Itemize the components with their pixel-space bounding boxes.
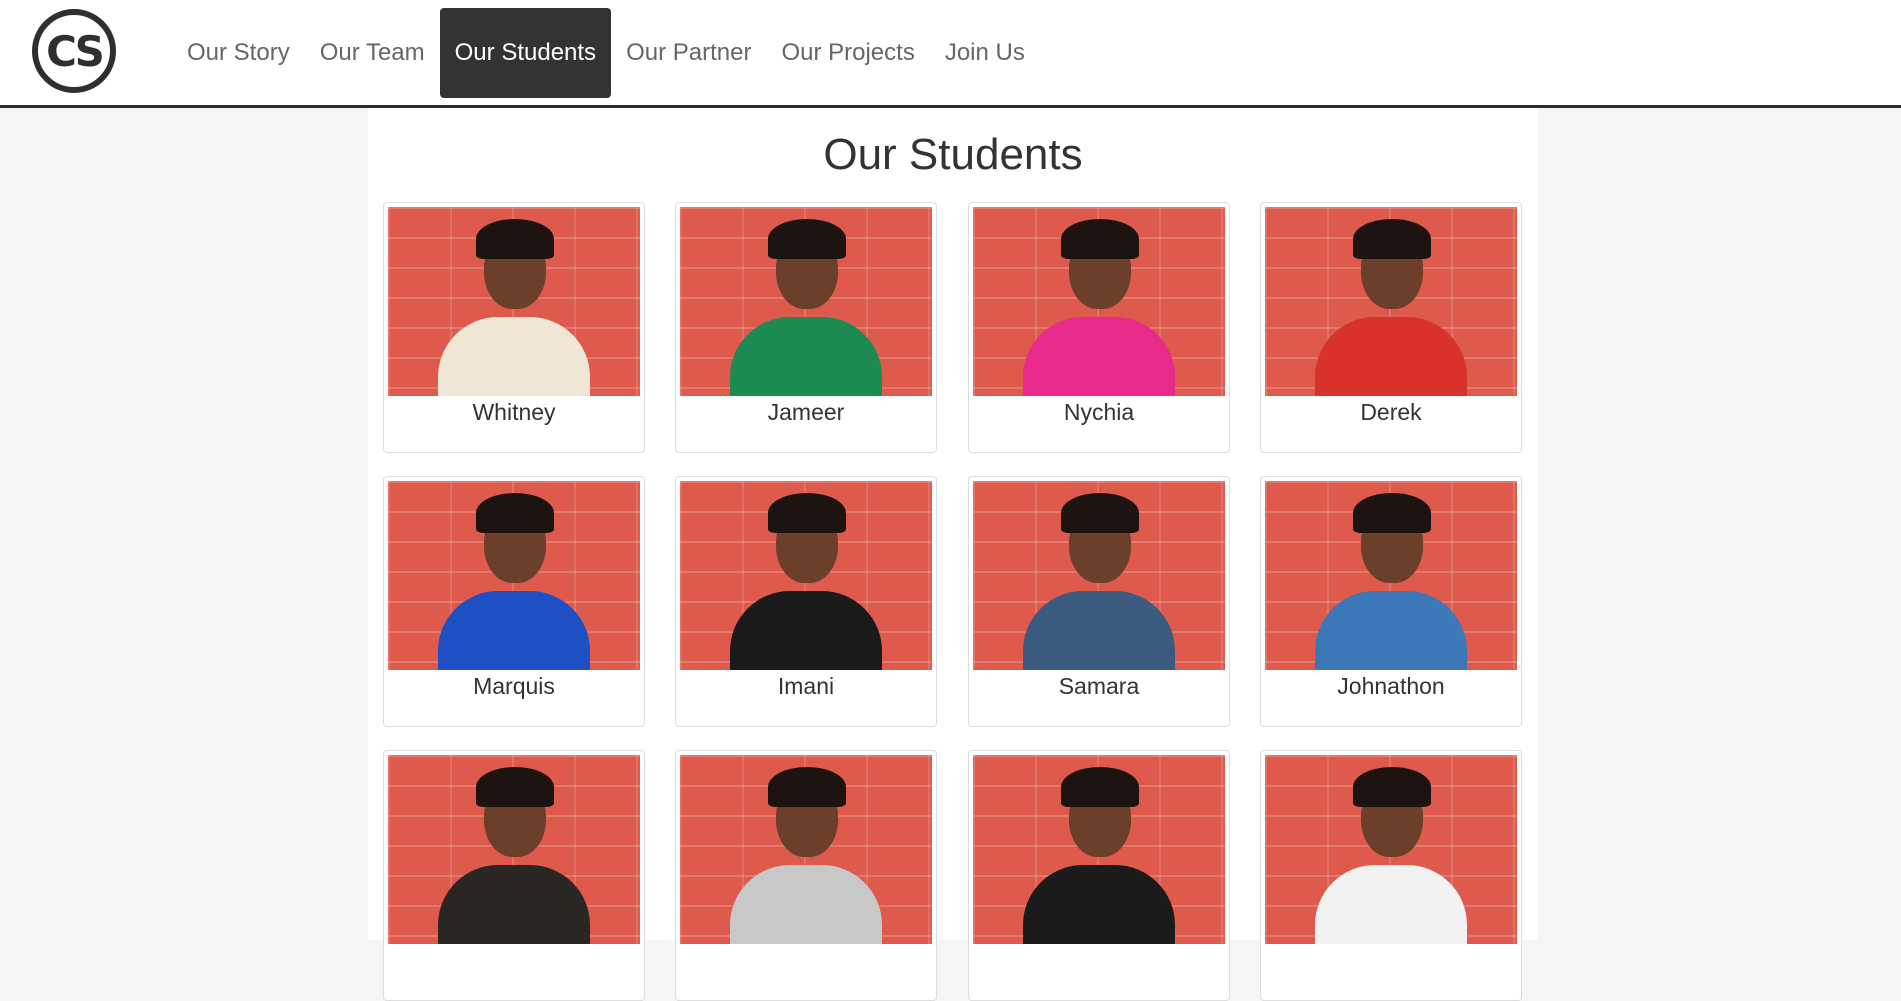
student-card[interactable]: Imani	[675, 476, 937, 727]
student-photo-shirt	[1315, 591, 1467, 670]
nav-item-our-partner[interactable]: Our Partner	[611, 8, 766, 98]
top-navbar: CS Our Story Our Team Our Students Our P…	[0, 0, 1901, 108]
student-card[interactable]: Whitney	[383, 202, 645, 453]
student-photo-hair	[1061, 219, 1139, 259]
student-photo-hair	[1061, 493, 1139, 533]
student-name: Samara	[1058, 673, 1140, 699]
student-card[interactable]: Samara	[968, 476, 1230, 727]
student-card[interactable]	[383, 750, 645, 1001]
nav-item-our-team[interactable]: Our Team	[305, 8, 440, 98]
student-card[interactable]: Jameer	[675, 202, 937, 453]
student-photo	[680, 207, 932, 396]
student-photo-hair	[476, 767, 554, 807]
student-photo-shirt	[730, 865, 882, 944]
student-name: Nychia	[1063, 399, 1135, 425]
student-photo-hair	[768, 767, 846, 807]
student-photo-shirt	[1315, 317, 1467, 396]
student-photo	[680, 481, 932, 670]
student-card[interactable]: Derek	[1260, 202, 1522, 453]
student-photo-shirt	[730, 317, 882, 396]
student-photo-hair	[476, 493, 554, 533]
nav-item-our-students[interactable]: Our Students	[439, 8, 612, 98]
student-photo-hair	[1353, 767, 1431, 807]
student-photo-hair	[476, 219, 554, 259]
student-photo	[1265, 481, 1517, 670]
student-name: Johnathon	[1337, 673, 1445, 699]
student-card[interactable]: Johnathon	[1260, 476, 1522, 727]
cs-logo[interactable]: CS	[32, 9, 116, 93]
main-content: Our Students Whitney Jameer Nychia Derek Mar…	[368, 108, 1538, 1001]
student-photo	[680, 755, 932, 944]
student-photo	[388, 481, 640, 670]
student-card[interactable]: Marquis	[383, 476, 645, 727]
student-photo-shirt	[1023, 865, 1175, 944]
student-photo-shirt	[438, 317, 590, 396]
nav-item-our-story[interactable]: Our Story	[172, 8, 305, 98]
student-name: Whitney	[472, 399, 556, 425]
student-photo-shirt	[1315, 865, 1467, 944]
student-card[interactable]	[1260, 750, 1522, 1001]
nav-item-join-us[interactable]: Join Us	[930, 8, 1040, 98]
student-name: Jameer	[767, 399, 845, 425]
student-photo-hair	[1353, 493, 1431, 533]
nav-menu: Our Story Our Team Our Students Our Part…	[172, 8, 1040, 98]
student-photo	[1265, 755, 1517, 944]
student-photo-hair	[768, 219, 846, 259]
student-photo-shirt	[730, 591, 882, 670]
student-photo-shirt	[438, 591, 590, 670]
student-photo	[388, 207, 640, 396]
student-photo-shirt	[1023, 317, 1175, 396]
student-photo	[1265, 207, 1517, 396]
student-name: Marquis	[473, 673, 555, 699]
student-photo	[973, 481, 1225, 670]
student-photo-hair	[768, 493, 846, 533]
student-name: Imani	[777, 673, 835, 699]
page-title: Our Students	[823, 130, 1083, 179]
student-photo	[388, 755, 640, 944]
student-card[interactable]	[968, 750, 1230, 1001]
student-photo-hair	[1061, 767, 1139, 807]
student-photo-shirt	[1023, 591, 1175, 670]
student-card[interactable]	[675, 750, 937, 1001]
nav-item-our-projects[interactable]: Our Projects	[766, 8, 929, 98]
student-photo-shirt	[438, 865, 590, 944]
student-photo-hair	[1353, 219, 1431, 259]
student-name: Derek	[1360, 399, 1422, 425]
student-photo	[973, 755, 1225, 944]
student-card[interactable]: Nychia	[968, 202, 1230, 453]
student-photo	[973, 207, 1225, 396]
